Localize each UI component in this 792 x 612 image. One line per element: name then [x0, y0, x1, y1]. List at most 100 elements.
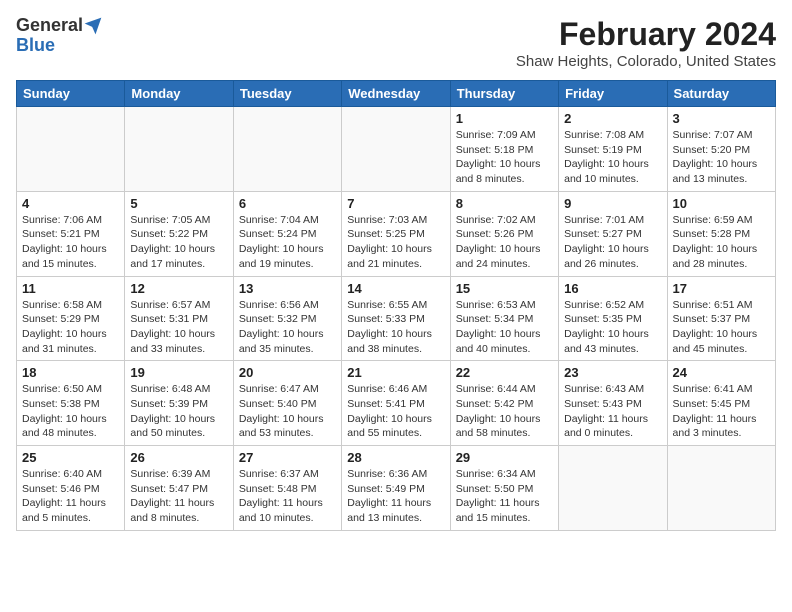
day-number: 25 — [22, 450, 119, 465]
day-number: 19 — [130, 365, 227, 380]
calendar-cell: 3Sunrise: 7:07 AM Sunset: 5:20 PM Daylig… — [667, 107, 775, 192]
day-detail: Sunrise: 6:37 AM Sunset: 5:48 PM Dayligh… — [239, 467, 336, 526]
calendar-table: SundayMondayTuesdayWednesdayThursdayFrid… — [16, 80, 776, 531]
day-detail: Sunrise: 6:47 AM Sunset: 5:40 PM Dayligh… — [239, 382, 336, 441]
logo-blue: Blue — [16, 36, 55, 56]
day-detail: Sunrise: 6:57 AM Sunset: 5:31 PM Dayligh… — [130, 298, 227, 357]
day-number: 13 — [239, 281, 336, 296]
calendar-cell — [125, 107, 233, 192]
day-number: 22 — [456, 365, 553, 380]
main-title: February 2024 — [516, 16, 776, 53]
calendar-cell: 18 Sunrise: 6:50 AM Sunset: 5:38 PM Dayli… — [17, 361, 125, 446]
calendar-cell: 12 Sunrise: 6:57 AM Sunset: 5:31 PM Dayli… — [125, 276, 233, 361]
day-detail: Sunrise: 6:40 AM Sunset: 5:46 PM Dayligh… — [22, 467, 119, 526]
calendar-cell: 16 Sunrise: 6:52 AM Sunset: 5:35 PM Dayli… — [559, 276, 667, 361]
calendar-cell: 15Sunrise: 6:53 AM Sunset: 5:34 PM Dayli… — [450, 276, 558, 361]
day-number: 10 — [673, 196, 770, 211]
day-number: 18 — [22, 365, 119, 380]
calendar-cell: 11Sunrise: 6:58 AM Sunset: 5:29 PM Dayli… — [17, 276, 125, 361]
calendar-cell — [233, 107, 341, 192]
calendar-cell: 1 Sunrise: 7:09 AM Sunset: 5:18 PM Daylig… — [450, 107, 558, 192]
title-section: February 2024 Shaw Heights, Colorado, Un… — [516, 16, 776, 70]
day-number: 8 — [456, 196, 553, 211]
day-number: 4 — [22, 196, 119, 211]
day-number: 27 — [239, 450, 336, 465]
day-detail: Sunrise: 7:01 AM Sunset: 5:27 PM Dayligh… — [564, 213, 661, 272]
calendar-cell: 23 Sunrise: 6:43 AM Sunset: 5:43 PM Dayli… — [559, 361, 667, 446]
calendar-cell: 13 Sunrise: 6:56 AM Sunset: 5:32 PM Dayli… — [233, 276, 341, 361]
weekday-header: Sunday — [17, 81, 125, 107]
calendar-week-row: 1 Sunrise: 7:09 AM Sunset: 5:18 PM Daylig… — [17, 107, 776, 192]
day-detail: Sunrise: 6:34 AM Sunset: 5:50 PM Dayligh… — [456, 467, 553, 526]
calendar-week-row: 18 Sunrise: 6:50 AM Sunset: 5:38 PM Dayli… — [17, 361, 776, 446]
calendar-cell: 5 Sunrise: 7:05 AM Sunset: 5:22 PM Daylig… — [125, 191, 233, 276]
calendar-cell: 4 Sunrise: 7:06 AM Sunset: 5:21 PM Daylig… — [17, 191, 125, 276]
day-number: 15 — [456, 281, 553, 296]
day-detail: Sunrise: 7:02 AM Sunset: 5:26 PM Dayligh… — [456, 213, 553, 272]
calendar-week-row: 4 Sunrise: 7:06 AM Sunset: 5:21 PM Daylig… — [17, 191, 776, 276]
day-detail: Sunrise: 6:48 AM Sunset: 5:39 PM Dayligh… — [130, 382, 227, 441]
day-number: 20 — [239, 365, 336, 380]
calendar-week-row: 25 Sunrise: 6:40 AM Sunset: 5:46 PM Dayli… — [17, 446, 776, 531]
logo: General Blue — [16, 16, 103, 56]
day-number: 12 — [130, 281, 227, 296]
day-detail: Sunrise: 7:07 AM Sunset: 5:20 PM Dayligh… — [673, 128, 770, 187]
calendar-cell: 10 Sunrise: 6:59 AM Sunset: 5:28 PM Dayli… — [667, 191, 775, 276]
calendar-cell: 14Sunrise: 6:55 AM Sunset: 5:33 PM Dayli… — [342, 276, 450, 361]
day-detail: Sunrise: 7:09 AM Sunset: 5:18 PM Dayligh… — [456, 128, 553, 187]
calendar-cell — [17, 107, 125, 192]
calendar-week-row: 11Sunrise: 6:58 AM Sunset: 5:29 PM Dayli… — [17, 276, 776, 361]
day-number: 5 — [130, 196, 227, 211]
calendar-cell — [342, 107, 450, 192]
calendar-cell: 22 Sunrise: 6:44 AM Sunset: 5:42 PM Dayli… — [450, 361, 558, 446]
calendar-cell: 25 Sunrise: 6:40 AM Sunset: 5:46 PM Dayli… — [17, 446, 125, 531]
calendar-cell: 6 Sunrise: 7:04 AM Sunset: 5:24 PM Daylig… — [233, 191, 341, 276]
day-detail: Sunrise: 6:44 AM Sunset: 5:42 PM Dayligh… — [456, 382, 553, 441]
day-detail: Sunrise: 6:56 AM Sunset: 5:32 PM Dayligh… — [239, 298, 336, 357]
day-number: 1 — [456, 111, 553, 126]
weekday-header: Wednesday — [342, 81, 450, 107]
day-detail: Sunrise: 6:55 AM Sunset: 5:33 PM Dayligh… — [347, 298, 444, 357]
day-detail: Sunrise: 7:08 AM Sunset: 5:19 PM Dayligh… — [564, 128, 661, 187]
calendar-cell: 8 Sunrise: 7:02 AM Sunset: 5:26 PM Daylig… — [450, 191, 558, 276]
logo-general: General — [16, 16, 83, 36]
calendar-cell: 2 Sunrise: 7:08 AM Sunset: 5:19 PM Daylig… — [559, 107, 667, 192]
day-number: 16 — [564, 281, 661, 296]
weekday-header: Monday — [125, 81, 233, 107]
weekday-header: Tuesday — [233, 81, 341, 107]
calendar-cell — [559, 446, 667, 531]
day-detail: Sunrise: 6:52 AM Sunset: 5:35 PM Dayligh… — [564, 298, 661, 357]
day-number: 29 — [456, 450, 553, 465]
day-number: 21 — [347, 365, 444, 380]
day-detail: Sunrise: 7:04 AM Sunset: 5:24 PM Dayligh… — [239, 213, 336, 272]
day-detail: Sunrise: 6:39 AM Sunset: 5:47 PM Dayligh… — [130, 467, 227, 526]
day-detail: Sunrise: 6:36 AM Sunset: 5:49 PM Dayligh… — [347, 467, 444, 526]
day-number: 26 — [130, 450, 227, 465]
day-detail: Sunrise: 6:59 AM Sunset: 5:28 PM Dayligh… — [673, 213, 770, 272]
logo-bird-icon — [83, 16, 103, 36]
day-detail: Sunrise: 7:05 AM Sunset: 5:22 PM Dayligh… — [130, 213, 227, 272]
day-number: 6 — [239, 196, 336, 211]
day-detail: Sunrise: 6:50 AM Sunset: 5:38 PM Dayligh… — [22, 382, 119, 441]
day-number: 9 — [564, 196, 661, 211]
day-detail: Sunrise: 6:41 AM Sunset: 5:45 PM Dayligh… — [673, 382, 770, 441]
calendar-cell: 28Sunrise: 6:36 AM Sunset: 5:49 PM Dayli… — [342, 446, 450, 531]
day-number: 2 — [564, 111, 661, 126]
calendar-cell: 21Sunrise: 6:46 AM Sunset: 5:41 PM Dayli… — [342, 361, 450, 446]
calendar-cell: 27 Sunrise: 6:37 AM Sunset: 5:48 PM Dayli… — [233, 446, 341, 531]
subtitle: Shaw Heights, Colorado, United States — [516, 53, 776, 70]
page-header: General Blue February 2024 Shaw Heights,… — [16, 16, 776, 70]
day-number: 23 — [564, 365, 661, 380]
weekday-header-row: SundayMondayTuesdayWednesdayThursdayFrid… — [17, 81, 776, 107]
day-detail: Sunrise: 7:06 AM Sunset: 5:21 PM Dayligh… — [22, 213, 119, 272]
day-detail: Sunrise: 6:43 AM Sunset: 5:43 PM Dayligh… — [564, 382, 661, 441]
calendar-cell: 26 Sunrise: 6:39 AM Sunset: 5:47 PM Dayli… — [125, 446, 233, 531]
day-number: 7 — [347, 196, 444, 211]
calendar-cell: 19 Sunrise: 6:48 AM Sunset: 5:39 PM Dayli… — [125, 361, 233, 446]
calendar-cell: 20 Sunrise: 6:47 AM Sunset: 5:40 PM Dayli… — [233, 361, 341, 446]
day-detail: Sunrise: 6:51 AM Sunset: 5:37 PM Dayligh… — [673, 298, 770, 357]
day-detail: Sunrise: 7:03 AM Sunset: 5:25 PM Dayligh… — [347, 213, 444, 272]
day-number: 24 — [673, 365, 770, 380]
calendar-cell: 17Sunrise: 6:51 AM Sunset: 5:37 PM Dayli… — [667, 276, 775, 361]
calendar-cell: 29 Sunrise: 6:34 AM Sunset: 5:50 PM Dayli… — [450, 446, 558, 531]
